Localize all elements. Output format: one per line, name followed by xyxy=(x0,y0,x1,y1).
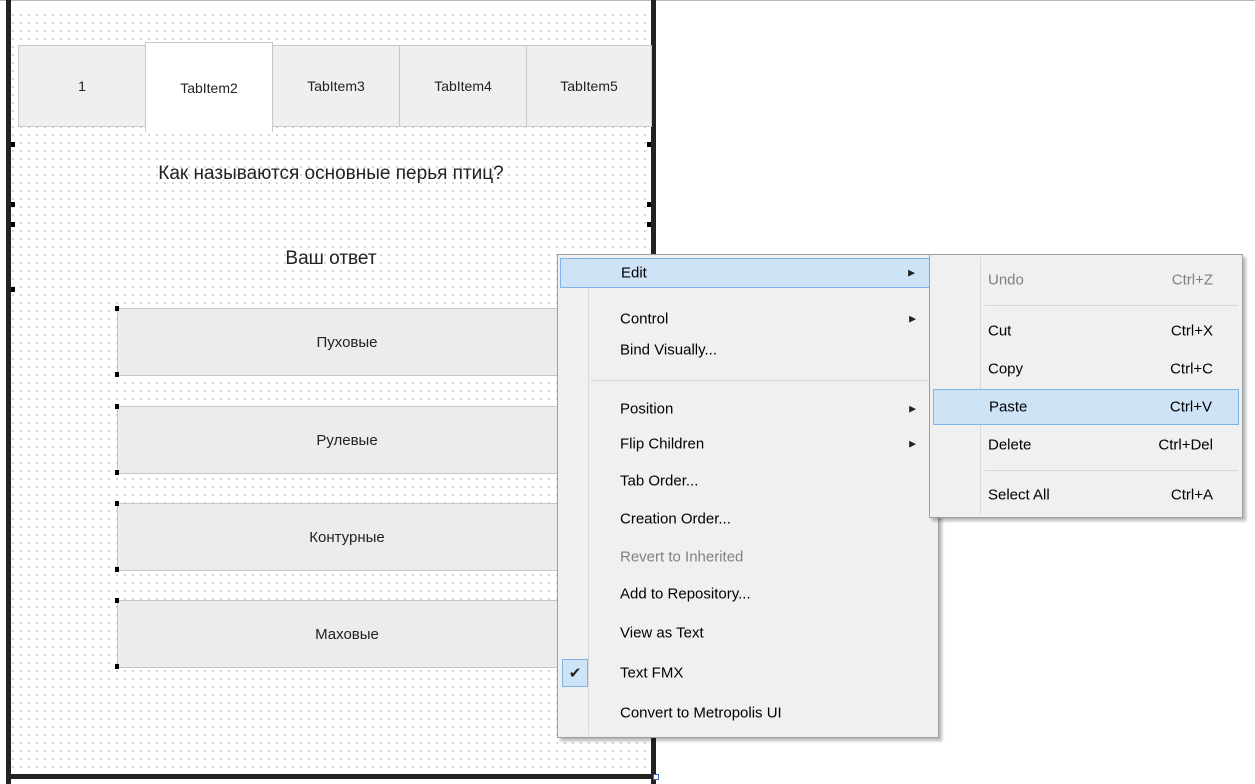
tab-tabitem4[interactable]: TabItem4 xyxy=(399,45,527,127)
selection-handle xyxy=(647,202,651,207)
form-resize-handle[interactable] xyxy=(653,774,659,780)
selection-handle xyxy=(115,470,119,475)
submenu-item-paste[interactable]: Paste Ctrl+V xyxy=(933,389,1239,425)
shortcut-label: Ctrl+C xyxy=(1170,360,1213,378)
tab-tabitem3[interactable]: TabItem3 xyxy=(272,45,400,127)
submenu-item-label: Undo xyxy=(988,271,1024,289)
menu-item-revert-to-inherited[interactable]: Revert to Inherited xyxy=(560,542,936,572)
answer-label: Ваш ответ xyxy=(285,248,377,269)
tab-tabitem5[interactable]: TabItem5 xyxy=(526,45,652,127)
answer-button-4[interactable]: Маховые xyxy=(117,600,577,668)
selection-handle xyxy=(11,202,15,207)
menu-item-view-as-text[interactable]: View as Text xyxy=(560,618,936,648)
menu-item-flip-children[interactable]: Flip Children ▶ xyxy=(560,429,936,459)
menu-item-label: Tab Order... xyxy=(620,472,699,490)
menu-item-label: Control xyxy=(620,310,669,328)
selection-handle xyxy=(647,142,651,147)
submenu-item-label: Delete xyxy=(988,436,1032,454)
menu-item-edit[interactable]: Edit ▶ xyxy=(560,258,936,288)
menu-item-label: View as Text xyxy=(620,624,704,642)
shortcut-label: Ctrl+Z xyxy=(1171,271,1213,289)
submenu-arrow-icon: ▶ xyxy=(908,267,915,278)
shortcut-label: Ctrl+X xyxy=(1170,322,1213,340)
menu-item-label: Text FMX xyxy=(620,664,684,682)
shortcut-label: Ctrl+V xyxy=(1169,398,1212,416)
submenu-arrow-icon: ▶ xyxy=(909,438,916,449)
answer-button-3[interactable]: Контурные xyxy=(117,503,577,571)
submenu-item-copy[interactable]: Copy Ctrl+C xyxy=(933,351,1239,387)
submenu-item-label: Cut xyxy=(988,322,1012,340)
selection-handle xyxy=(115,404,119,409)
selection-handle xyxy=(11,222,15,227)
submenu-item-cut[interactable]: Cut Ctrl+X xyxy=(933,313,1239,349)
menu-item-convert-to-metropolis-ui[interactable]: Convert to Metropolis UI xyxy=(560,698,936,728)
menu-item-add-to-repository[interactable]: Add to Repository... xyxy=(560,579,936,609)
selection-handle xyxy=(115,372,119,377)
edit-submenu: Undo Ctrl+Z Cut Ctrl+X Copy Ctrl+C Paste… xyxy=(929,254,1243,518)
submenu-item-label: Select All xyxy=(988,486,1050,504)
menu-separator xyxy=(985,305,1238,306)
menu-item-control[interactable]: Control ▶ xyxy=(560,304,936,334)
question-label: Как называются основные перья птиц? xyxy=(158,163,504,184)
menu-item-label: Flip Children xyxy=(620,435,705,453)
menu-item-position[interactable]: Position ▶ xyxy=(560,394,936,424)
menu-separator xyxy=(985,470,1238,471)
menu-item-label: Revert to Inherited xyxy=(620,548,744,566)
submenu-item-select-all[interactable]: Select All Ctrl+A xyxy=(933,477,1239,513)
menu-item-label: Convert to Metropolis UI xyxy=(620,704,782,722)
menu-item-text-fmx[interactable]: ✔ Text FMX xyxy=(560,658,936,688)
tab-tabitem2[interactable]: TabItem2 xyxy=(145,42,273,132)
shortcut-label: Ctrl+A xyxy=(1170,486,1213,504)
menu-item-label: Creation Order... xyxy=(620,510,731,528)
selection-handle xyxy=(647,222,651,227)
tab-1[interactable]: 1 xyxy=(18,45,146,127)
menu-item-bind-visually[interactable]: Bind Visually... xyxy=(560,335,936,365)
form-border-bottom xyxy=(6,774,656,779)
selection-handle xyxy=(115,306,119,311)
submenu-item-delete[interactable]: Delete Ctrl+Del xyxy=(933,427,1239,463)
menu-item-tab-order[interactable]: Tab Order... xyxy=(560,466,936,496)
form-border-left xyxy=(6,0,11,784)
menu-item-creation-order[interactable]: Creation Order... xyxy=(560,504,936,534)
submenu-item-label: Copy xyxy=(988,360,1024,378)
submenu-arrow-icon: ▶ xyxy=(909,403,916,414)
submenu-item-undo[interactable]: Undo Ctrl+Z xyxy=(933,262,1239,298)
submenu-arrow-icon: ▶ xyxy=(909,313,916,324)
menu-item-label: Bind Visually... xyxy=(620,341,717,359)
answer-button-2[interactable]: Рулевые xyxy=(117,406,577,474)
selection-handle xyxy=(115,567,119,572)
selection-handle xyxy=(115,501,119,506)
submenu-item-label: Paste xyxy=(989,398,1028,416)
selection-handle xyxy=(11,287,15,292)
shortcut-label: Ctrl+Del xyxy=(1158,436,1213,454)
answer-button-1[interactable]: Пуховые xyxy=(117,308,577,376)
menu-item-label: Add to Repository... xyxy=(620,585,751,603)
selection-handle xyxy=(115,664,119,669)
menu-item-label: Position xyxy=(620,400,674,418)
menu-separator xyxy=(591,380,935,381)
context-menu: Edit ▶ Control ▶ Bind Visually... Positi… xyxy=(557,254,939,738)
top-border-line xyxy=(0,0,1255,1)
check-icon: ✔ xyxy=(562,659,588,687)
selection-handle xyxy=(11,142,15,147)
menu-item-label: Edit xyxy=(621,264,647,282)
selection-handle xyxy=(115,598,119,603)
